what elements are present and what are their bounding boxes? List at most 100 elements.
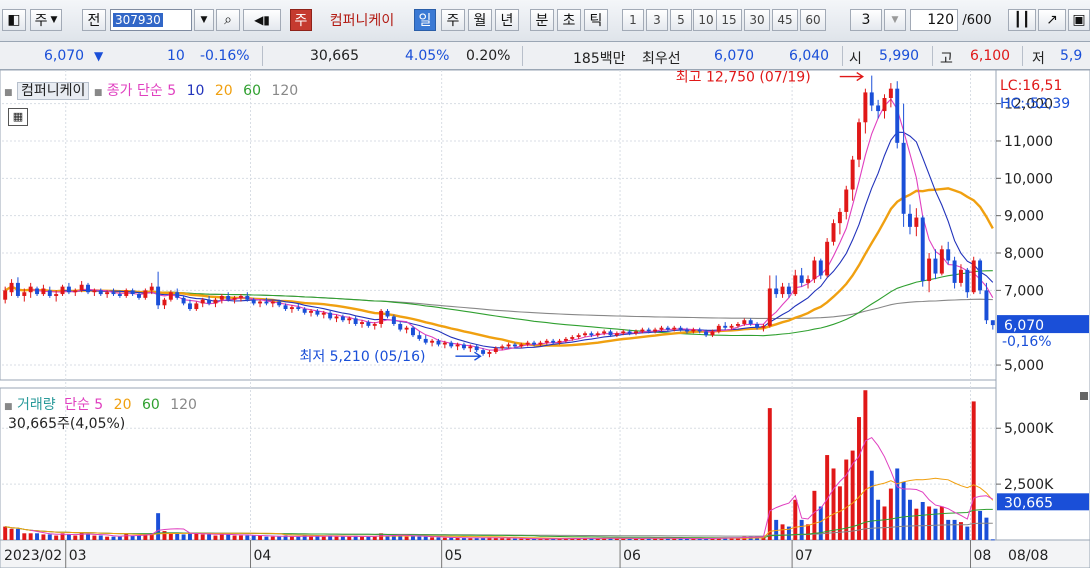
sound-icon[interactable]: ◀︎▮ [243, 9, 281, 31]
period-tab-2[interactable]: 월 [468, 9, 492, 31]
candle-body [245, 295, 250, 300]
stock-code-input[interactable]: 307930 [110, 9, 192, 31]
code-dropdown-icon[interactable]: ▼ [194, 9, 214, 31]
interval-button-0[interactable]: 1 [622, 9, 644, 31]
period-tab-1[interactable]: 주 [441, 9, 465, 31]
period-tab-3[interactable]: 년 [495, 9, 519, 31]
candle-body [563, 338, 568, 341]
price-tick-label: 10,000 [1004, 171, 1053, 187]
bid-price: 6,040 [789, 48, 830, 64]
candle-body [474, 346, 479, 351]
candle-body [226, 295, 231, 300]
volume-legend: ■ 거래량 단순 5 20 60 120 [4, 397, 197, 413]
candle-body [723, 325, 728, 328]
candle-body [404, 327, 409, 330]
volume-bar [277, 536, 282, 540]
x-label-06: 06 [623, 548, 641, 564]
candle-body [54, 294, 59, 296]
volume-tick-label: 5,000K [1004, 421, 1054, 437]
candle-body [340, 316, 345, 321]
interval-dropdown-icon[interactable]: ▼ [884, 9, 906, 31]
volume-legend-title: 거래량 [16, 397, 56, 413]
interval-button-6[interactable]: 45 [772, 9, 798, 31]
volume-legend-ma60: 60 [141, 397, 160, 413]
volume-bar [812, 490, 817, 540]
volume-bar [933, 508, 938, 540]
candle-body [678, 327, 683, 330]
current-volume-pct: 4,05% [1004, 511, 1045, 526]
candle-body [908, 213, 912, 227]
candle-body [876, 105, 881, 112]
period-tab-4[interactable]: 분 [530, 9, 554, 31]
price-volume-chart[interactable]: 12,00011,00010,0009,0008,0007,0005,0005,… [0, 70, 1090, 568]
ask-price: 6,070 [714, 48, 755, 64]
candle-body [372, 323, 377, 326]
custom-interval-select[interactable]: 3 [850, 9, 882, 31]
volume-bar [857, 417, 861, 540]
interval-button-7[interactable]: 60 [800, 9, 826, 31]
interval-button-4[interactable]: 15 [716, 9, 742, 31]
candle-count-input[interactable]: 120 [910, 9, 958, 31]
candle-body [321, 312, 326, 315]
candle-body [156, 286, 161, 306]
candle-body [487, 351, 492, 354]
candle-body [430, 340, 435, 343]
candle-body [398, 323, 403, 330]
candle-body [105, 292, 110, 295]
draw-tool-icon[interactable]: ↗ [1038, 9, 1066, 31]
candle-body [149, 286, 154, 291]
save-icon[interactable]: ▣ [1068, 9, 1090, 31]
candle-body [646, 329, 651, 332]
candle-body [41, 288, 46, 295]
candle-body [194, 303, 199, 310]
window-menu-icon[interactable]: ◧ [2, 9, 26, 31]
change-percent: -0.16% [200, 48, 250, 64]
interval-button-5[interactable]: 30 [744, 9, 770, 31]
search-icon[interactable]: ⌕ [216, 9, 240, 31]
period-tab-0[interactable]: 일 [414, 9, 436, 31]
volume-bar [245, 535, 250, 540]
candle-body [417, 335, 422, 339]
market-type-select[interactable]: 주 ▼ [30, 9, 62, 31]
data-table-icon[interactable]: ▦ [8, 108, 28, 126]
volume-legend-ma5: 5 [94, 397, 104, 413]
quote-bar: 6,070 ▼ 10 -0.16% 30,665 4.05% 0.20% 185… [0, 42, 1090, 70]
turnover-rate: 0.20% [466, 48, 511, 64]
x-axis-panel [0, 539, 1090, 568]
volume-legend-ma20: 20 [113, 397, 132, 413]
candle-body [710, 331, 715, 336]
low-label: 저 [1032, 51, 1045, 67]
interval-button-1[interactable]: 3 [646, 9, 668, 31]
period-tab-6[interactable]: 틱 [584, 9, 608, 31]
open-label: 시 [849, 51, 862, 67]
interval-button-2[interactable]: 5 [670, 9, 692, 31]
volume-bar [500, 538, 505, 540]
volume-bar [22, 533, 27, 540]
candle-type-icon[interactable]: ┃┃ [1008, 9, 1036, 31]
legend-ma5: 5 [167, 83, 177, 99]
volume-bar [806, 524, 811, 540]
candle-body [251, 299, 256, 304]
candle-body [869, 92, 874, 106]
candle-body [748, 320, 753, 324]
volume-bar [200, 534, 205, 540]
prev-button[interactable]: 전 [82, 9, 106, 31]
candle-body [98, 290, 103, 295]
price-legend: ■ 컴퍼니케이 ■ 종가 단순 5 10 20 60 120 [4, 82, 299, 100]
volume-bar [519, 538, 524, 540]
volume-bar [86, 534, 90, 540]
candle-body [933, 258, 938, 274]
candle-body [990, 320, 995, 326]
candle-body [232, 297, 237, 300]
volume-bar [831, 468, 836, 540]
volume-bar [914, 508, 919, 540]
chart-area[interactable]: 12,000 11,000 10,000 9,000 8,000 7,000 5,000 5,… [0, 70, 1090, 568]
volume-bar [264, 536, 269, 540]
candle-body [347, 318, 352, 321]
volume-bar [780, 524, 785, 540]
stock-code-value: 307930 [113, 13, 163, 27]
candle-body [442, 342, 447, 345]
volume-bar [965, 526, 970, 540]
period-tab-5[interactable]: 초 [557, 9, 581, 31]
candle-body [602, 331, 607, 334]
